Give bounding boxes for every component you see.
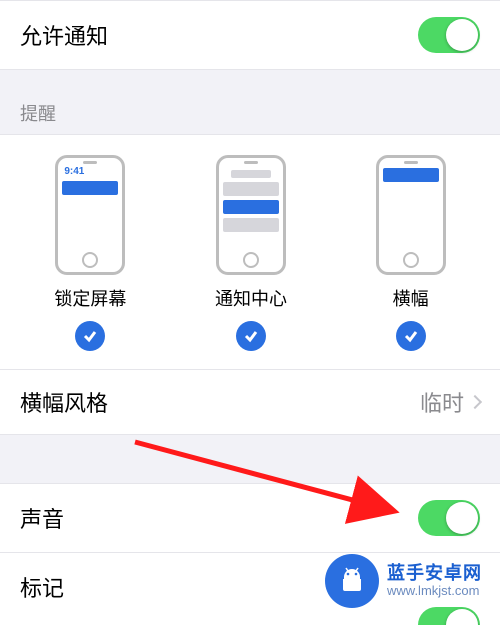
alert-option-label: 通知中心: [215, 285, 287, 311]
alerts-row: 9:41 锁定屏幕 通知中心 横幅: [0, 134, 500, 370]
alert-option-label: 锁定屏幕: [54, 285, 126, 311]
notification-center-preview-icon: [216, 155, 286, 275]
allow-notifications-toggle[interactable]: [418, 17, 480, 53]
allow-notifications-label: 允许通知: [20, 19, 108, 51]
allow-notifications-row: 允许通知: [0, 0, 500, 70]
badges-row: 标记: [0, 553, 500, 625]
alerts-section-header: 提醒: [0, 70, 500, 134]
chevron-right-icon: [468, 395, 482, 409]
sound-row: 声音: [0, 483, 500, 553]
badges-toggle[interactable]: [418, 607, 480, 625]
checkmark-icon: [75, 321, 105, 351]
checkmark-icon: [236, 321, 266, 351]
lock-screen-preview-icon: 9:41: [55, 155, 125, 275]
sound-toggle[interactable]: [418, 500, 480, 536]
banner-style-value: 临时: [420, 386, 480, 418]
alert-option-lock-screen[interactable]: 9:41 锁定屏幕: [54, 155, 126, 351]
banner-style-label: 横幅风格: [20, 386, 108, 418]
banner-style-row[interactable]: 横幅风格 临时: [0, 370, 500, 435]
badges-label: 标记: [20, 571, 64, 603]
alert-option-label: 横幅: [393, 285, 429, 311]
alert-option-notification-center[interactable]: 通知中心: [215, 155, 287, 351]
checkmark-icon: [396, 321, 426, 351]
banner-preview-icon: [376, 155, 446, 275]
alert-option-banner[interactable]: 横幅: [376, 155, 446, 351]
sound-label: 声音: [20, 502, 64, 534]
